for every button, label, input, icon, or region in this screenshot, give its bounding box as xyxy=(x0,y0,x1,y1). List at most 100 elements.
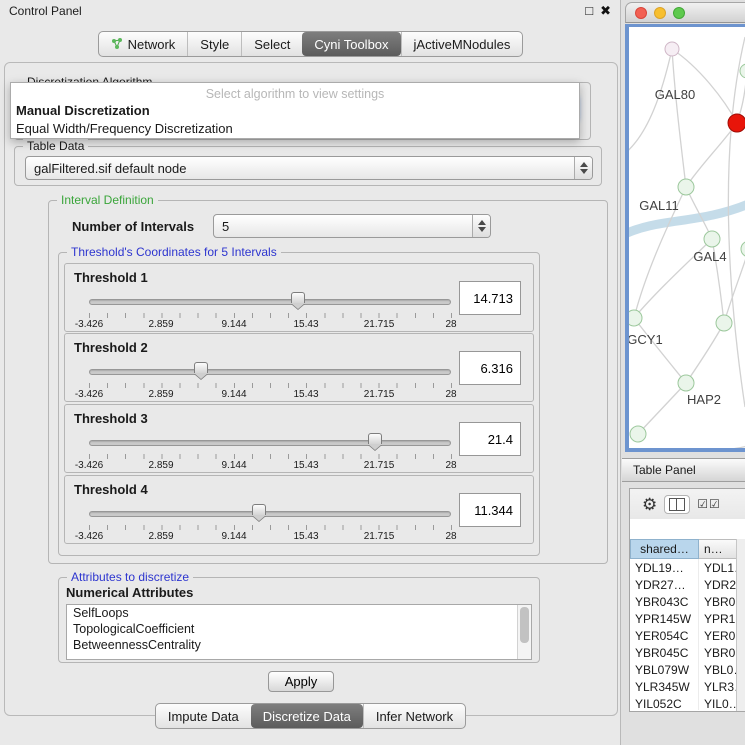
stepper-arrows-icon xyxy=(574,157,592,179)
threshold-1-value-input[interactable] xyxy=(459,281,521,315)
network-edge[interactable] xyxy=(728,37,745,407)
tab-label: Discretize Data xyxy=(263,709,351,724)
stepper-arrows-icon xyxy=(472,215,490,237)
network-window-titlebar[interactable] xyxy=(625,2,745,23)
tab-discretize-data[interactable]: Discretize Data xyxy=(251,704,363,728)
network-edge[interactable] xyxy=(686,323,724,383)
table-row[interactable]: YPR145WYPR1… xyxy=(630,610,737,627)
slider-track[interactable] xyxy=(89,369,451,375)
slider-thumb[interactable] xyxy=(252,504,266,515)
table-row[interactable]: YLR345WYLR3… xyxy=(630,678,737,695)
network-node[interactable] xyxy=(740,64,745,78)
column-layout-button[interactable] xyxy=(664,495,690,514)
threshold-4-slider[interactable] xyxy=(89,504,451,522)
tab-label: Network xyxy=(128,37,176,52)
table-scrollbar[interactable] xyxy=(736,539,745,711)
scale-label: 9.144 xyxy=(221,460,246,471)
cell: YBR0… xyxy=(699,644,737,661)
network-node[interactable] xyxy=(630,426,646,442)
tab-jactivemnodules[interactable]: jActiveMNodules xyxy=(401,32,523,56)
scale-label: -3.426 xyxy=(75,389,103,400)
table-data-group: Table Data galFiltered.sif default node xyxy=(14,146,602,186)
table-body: YDL19…YDL1… YDR27…YDR2… YBR043CYBR0… YPR… xyxy=(630,559,737,710)
network-node[interactable] xyxy=(629,310,642,326)
table-row[interactable]: YDR27…YDR2… xyxy=(630,576,737,593)
tab-cyni-toolbox[interactable]: Cyni Toolbox xyxy=(302,32,400,56)
network-node[interactable] xyxy=(716,315,732,331)
minimize-traffic-light[interactable] xyxy=(654,7,666,19)
close-traffic-light[interactable] xyxy=(635,7,647,19)
number-of-intervals-combobox[interactable]: 5 xyxy=(213,214,491,238)
network-node[interactable] xyxy=(728,114,745,132)
list-item[interactable]: TopologicalCoefficient xyxy=(67,621,531,637)
apply-button[interactable]: Apply xyxy=(268,671,334,692)
table-row[interactable]: YBR045CYBR0… xyxy=(630,644,737,661)
dropdown-option-equal-width-frequency[interactable]: Equal Width/Frequency Discretization xyxy=(11,119,579,137)
network-node[interactable] xyxy=(678,375,694,391)
tab-label: Infer Network xyxy=(376,709,453,724)
slider-track[interactable] xyxy=(89,440,451,446)
close-icon[interactable]: ✖ xyxy=(600,3,611,19)
float-window-icon[interactable]: □ xyxy=(585,3,593,19)
gear-icon[interactable]: ⚙ xyxy=(642,496,657,513)
network-edge[interactable] xyxy=(724,249,745,323)
slider-track[interactable] xyxy=(89,299,451,305)
network-focus-border: GAL80GAL11GAL4GCY1HAP2 xyxy=(625,24,745,452)
table-row[interactable]: YER054CYER0… xyxy=(630,627,737,644)
dropdown-option-manual-discretization[interactable]: Manual Discretization xyxy=(11,101,579,119)
column-header-shared-name[interactable]: shared… xyxy=(630,539,699,559)
network-node[interactable] xyxy=(741,241,745,257)
threshold-2-value-input[interactable] xyxy=(459,351,521,385)
tab-label: Style xyxy=(200,37,229,52)
node-label: GAL11 xyxy=(639,198,679,213)
zoom-traffic-light[interactable] xyxy=(673,7,685,19)
table-toolbar: ⚙ ☑☑ xyxy=(630,489,745,519)
network-view-window: GAL80GAL11GAL4GCY1HAP2 xyxy=(625,2,745,452)
table-row[interactable]: YDL19…YDL1… xyxy=(630,559,737,576)
group-label: Threshold's Coordinates for 5 Intervals xyxy=(67,245,281,259)
network-edge[interactable] xyxy=(629,445,745,448)
group-label: Interval Definition xyxy=(57,193,158,207)
network-edge[interactable] xyxy=(629,49,672,155)
threshold-3-value-input[interactable] xyxy=(459,422,521,456)
node-table-window: ⚙ ☑☑ shared… n… YDL19…YDL1… YDR27…YDR2… … xyxy=(629,488,745,712)
tab-select[interactable]: Select xyxy=(241,32,302,56)
table-row[interactable]: YBL079WYBL0… xyxy=(630,661,737,678)
threshold-2-slider[interactable] xyxy=(89,362,451,380)
table-row[interactable]: YIL052CYIL0… xyxy=(630,695,737,710)
checkbox-icons[interactable]: ☑☑ xyxy=(697,497,721,511)
bottom-tab-bar: Impute Data Discretize Data Infer Networ… xyxy=(0,703,621,729)
slider-thumb[interactable] xyxy=(291,292,305,303)
network-canvas[interactable]: GAL80GAL11GAL4GCY1HAP2 xyxy=(629,27,745,448)
bottom-tab-strip: Impute Data Discretize Data Infer Networ… xyxy=(155,703,466,729)
scrollbar-thumb[interactable] xyxy=(520,607,529,643)
network-node[interactable] xyxy=(665,42,679,56)
slider-ticks xyxy=(89,525,452,530)
list-item[interactable]: SelfLoops xyxy=(67,605,531,621)
slider-track[interactable] xyxy=(89,511,451,517)
table-row[interactable]: YBR043CYBR0… xyxy=(630,593,737,610)
network-edge[interactable] xyxy=(634,318,686,383)
tab-style[interactable]: Style xyxy=(187,32,241,56)
threshold-4-value-input[interactable] xyxy=(459,493,521,527)
threshold-1-label: Threshold 1 xyxy=(74,270,148,285)
network-edge[interactable] xyxy=(638,383,686,434)
threshold-1-slider[interactable] xyxy=(89,292,451,310)
threshold-3-slider[interactable] xyxy=(89,433,451,451)
tab-label: Select xyxy=(254,37,290,52)
slider-thumb[interactable] xyxy=(194,362,208,373)
network-edge[interactable] xyxy=(672,49,737,123)
network-node[interactable] xyxy=(678,179,694,195)
list-item[interactable]: BetweennessCentrality xyxy=(67,637,531,653)
network-edge[interactable] xyxy=(672,49,686,187)
network-node[interactable] xyxy=(704,231,720,247)
list-scrollbar[interactable] xyxy=(517,605,531,659)
scale-label: 15.43 xyxy=(293,389,318,400)
tab-impute-data[interactable]: Impute Data xyxy=(156,704,251,728)
tab-infer-network[interactable]: Infer Network xyxy=(363,704,465,728)
column-header-name[interactable]: n… xyxy=(699,539,737,559)
slider-thumb[interactable] xyxy=(368,433,382,444)
scale-label: 2.859 xyxy=(148,389,173,400)
tab-network[interactable]: Network xyxy=(99,32,188,56)
table-data-combobox[interactable]: galFiltered.sif default node xyxy=(25,156,593,180)
